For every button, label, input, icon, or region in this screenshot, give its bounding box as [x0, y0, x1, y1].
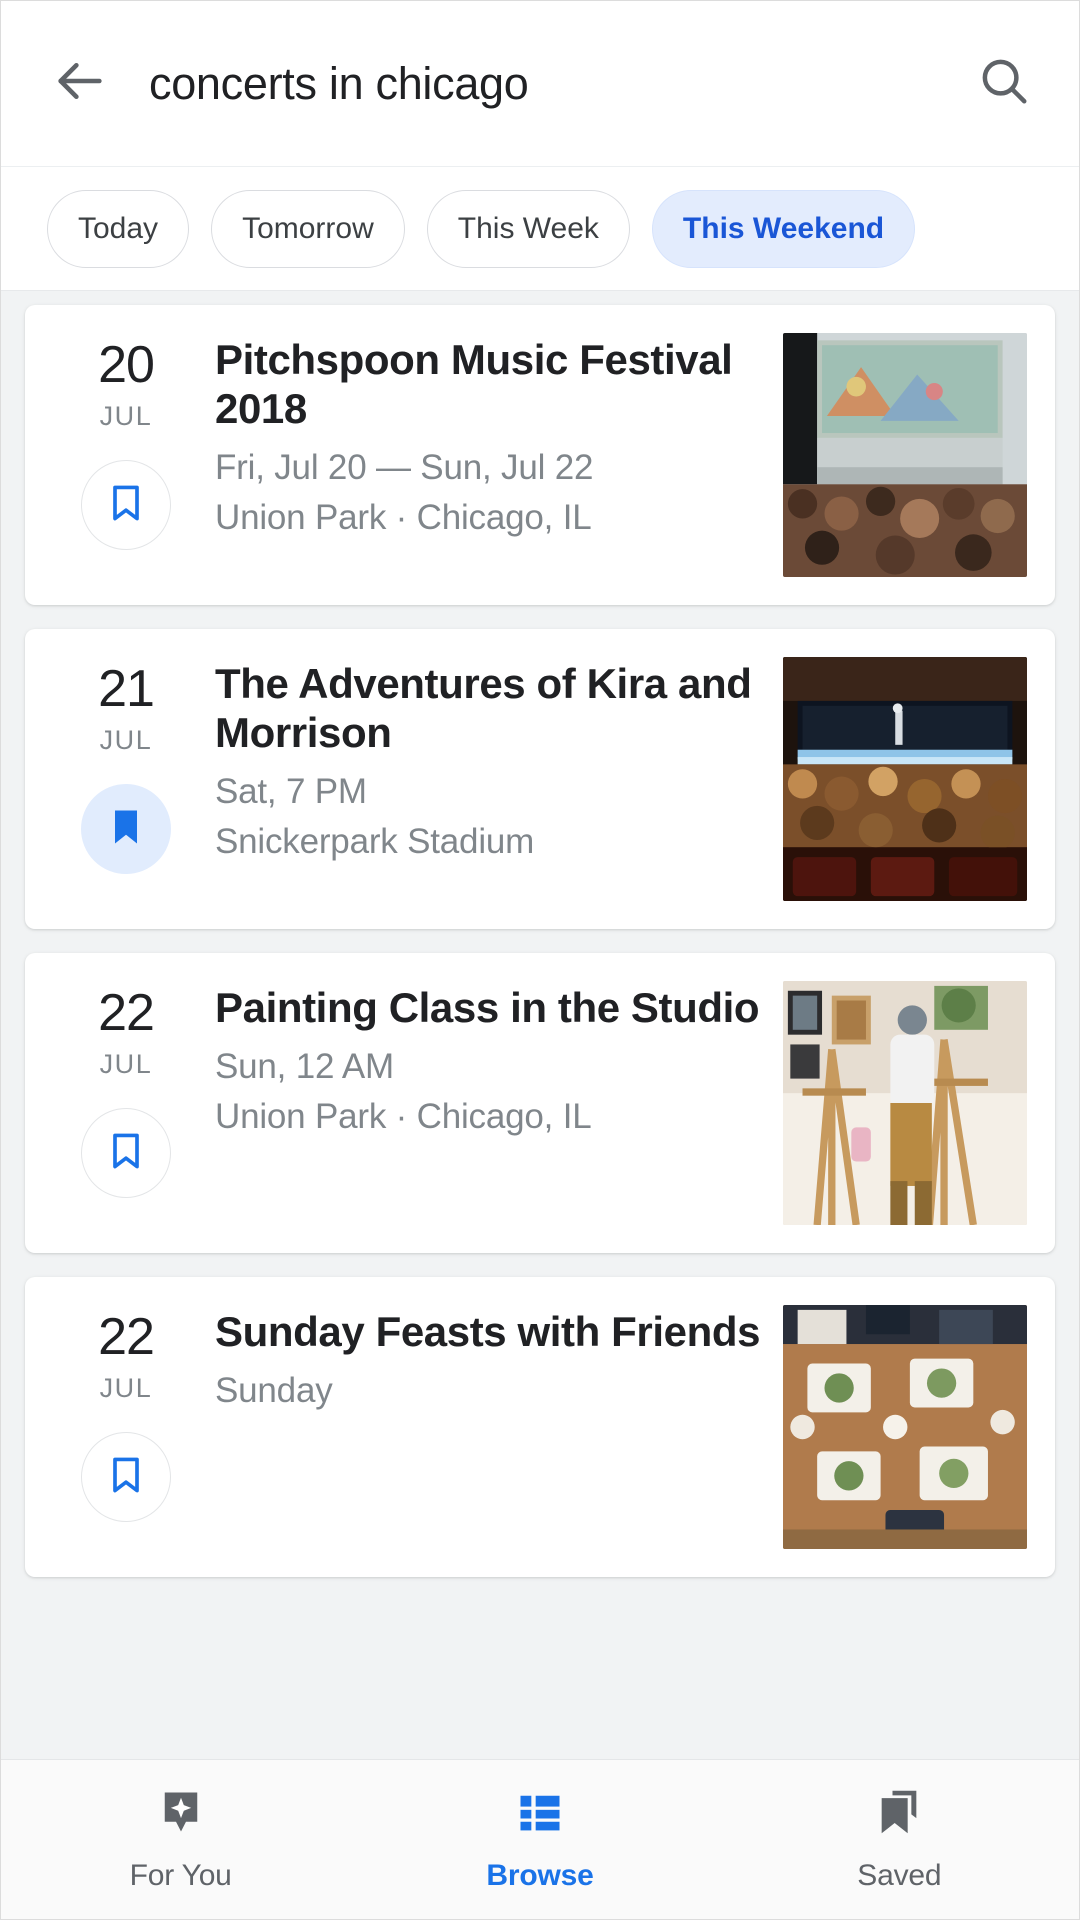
- event-day: 22: [98, 984, 155, 1042]
- event-datetime: Sunday: [215, 1371, 333, 1411]
- search-icon: [977, 54, 1031, 113]
- filter-chip-this-weekend[interactable]: This Weekend: [651, 189, 916, 268]
- event-info: Sunday Feasts with Friends Sunday: [197, 1305, 767, 1549]
- search-input[interactable]: concerts in chicago: [111, 58, 973, 110]
- nav-item-browse[interactable]: Browse: [360, 1786, 719, 1893]
- back-button[interactable]: [49, 53, 111, 115]
- event-thumbnail[interactable]: [783, 981, 1027, 1225]
- bookmark-outline-icon: [104, 481, 148, 530]
- event-date-column: 21 JUL: [55, 657, 197, 901]
- event-month: JUL: [99, 1049, 153, 1079]
- bookmark-toggle[interactable]: [81, 784, 171, 874]
- bookmark-toggle[interactable]: [81, 460, 171, 550]
- event-date-column: 22 JUL: [55, 981, 197, 1225]
- event-day: 22: [98, 1308, 155, 1366]
- nav-item-for-you[interactable]: For You: [1, 1786, 360, 1893]
- event-month: JUL: [99, 725, 153, 755]
- bookmark-filled-icon: [104, 805, 148, 854]
- event-datetime: Sun, 12 AM: [215, 1047, 394, 1087]
- event-thumbnail[interactable]: [783, 1305, 1027, 1549]
- filter-chip-today[interactable]: Today: [47, 189, 190, 268]
- event-title: Pitchspoon Music Festival 2018: [215, 336, 733, 433]
- nav-label-for-you: For You: [129, 1859, 232, 1892]
- bookmark-toggle[interactable]: [81, 1432, 171, 1522]
- app-screen: concerts in chicago Today Tomorrow This …: [0, 0, 1080, 1920]
- event-card[interactable]: 22 JUL Sunday Feasts with Friends Sunday: [25, 1277, 1055, 1577]
- event-venue: Snickerpark Stadium: [215, 821, 535, 861]
- bookmark-outline-icon: [104, 1129, 148, 1178]
- event-date-column: 20 JUL: [55, 333, 197, 577]
- filter-chip-tomorrow[interactable]: Tomorrow: [211, 189, 405, 268]
- bookmark-toggle[interactable]: [81, 1108, 171, 1198]
- search-bar: concerts in chicago: [1, 1, 1079, 167]
- event-venue: Union Park · Chicago, IL: [215, 1096, 592, 1136]
- event-title: Painting Class in the Studio: [215, 984, 760, 1031]
- bottom-navigation: For You Browse Saved: [1, 1759, 1079, 1919]
- bookmark-outline-icon: [104, 1453, 148, 1502]
- search-button[interactable]: [973, 53, 1035, 115]
- event-datetime: Fri, Jul 20 — Sun, Jul 22: [215, 448, 594, 488]
- saved-bookmarks-icon: [873, 1786, 925, 1843]
- event-datetime: Sat, 7 PM: [215, 772, 367, 812]
- nav-item-saved[interactable]: Saved: [720, 1786, 1079, 1893]
- event-month: JUL: [99, 1373, 153, 1403]
- event-date-column: 22 JUL: [55, 1305, 197, 1549]
- event-day: 20: [98, 336, 155, 394]
- event-day: 21: [98, 660, 155, 718]
- browse-list-icon: [514, 1786, 566, 1843]
- for-you-sparkle-icon: [155, 1786, 207, 1843]
- back-arrow-icon: [51, 52, 109, 115]
- event-list[interactable]: 20 JUL Pitchspoon Music Festival 2018 Fr…: [1, 291, 1079, 1919]
- event-card[interactable]: 21 JUL The Adventures of Kira and Morris…: [25, 629, 1055, 929]
- event-thumbnail[interactable]: [783, 333, 1027, 577]
- event-venue: Union Park · Chicago, IL: [215, 497, 592, 537]
- event-card[interactable]: 20 JUL Pitchspoon Music Festival 2018 Fr…: [25, 305, 1055, 605]
- event-card[interactable]: 22 JUL Painting Class in the Studio Sun,…: [25, 953, 1055, 1253]
- nav-label-saved: Saved: [857, 1859, 942, 1892]
- event-thumbnail[interactable]: [783, 657, 1027, 901]
- event-title: The Adventures of Kira and Morrison: [215, 660, 752, 757]
- event-info: Pitchspoon Music Festival 2018 Fri, Jul …: [197, 333, 767, 577]
- event-month: JUL: [99, 401, 153, 431]
- event-info: Painting Class in the Studio Sun, 12 AM …: [197, 981, 767, 1225]
- filter-chip-this-week[interactable]: This Week: [426, 189, 630, 268]
- nav-label-browse: Browse: [486, 1859, 594, 1892]
- event-title: Sunday Feasts with Friends: [215, 1308, 761, 1355]
- filter-chip-row: Today Tomorrow This Week This Weekend: [1, 167, 1079, 291]
- event-info: The Adventures of Kira and Morrison Sat,…: [197, 657, 767, 901]
